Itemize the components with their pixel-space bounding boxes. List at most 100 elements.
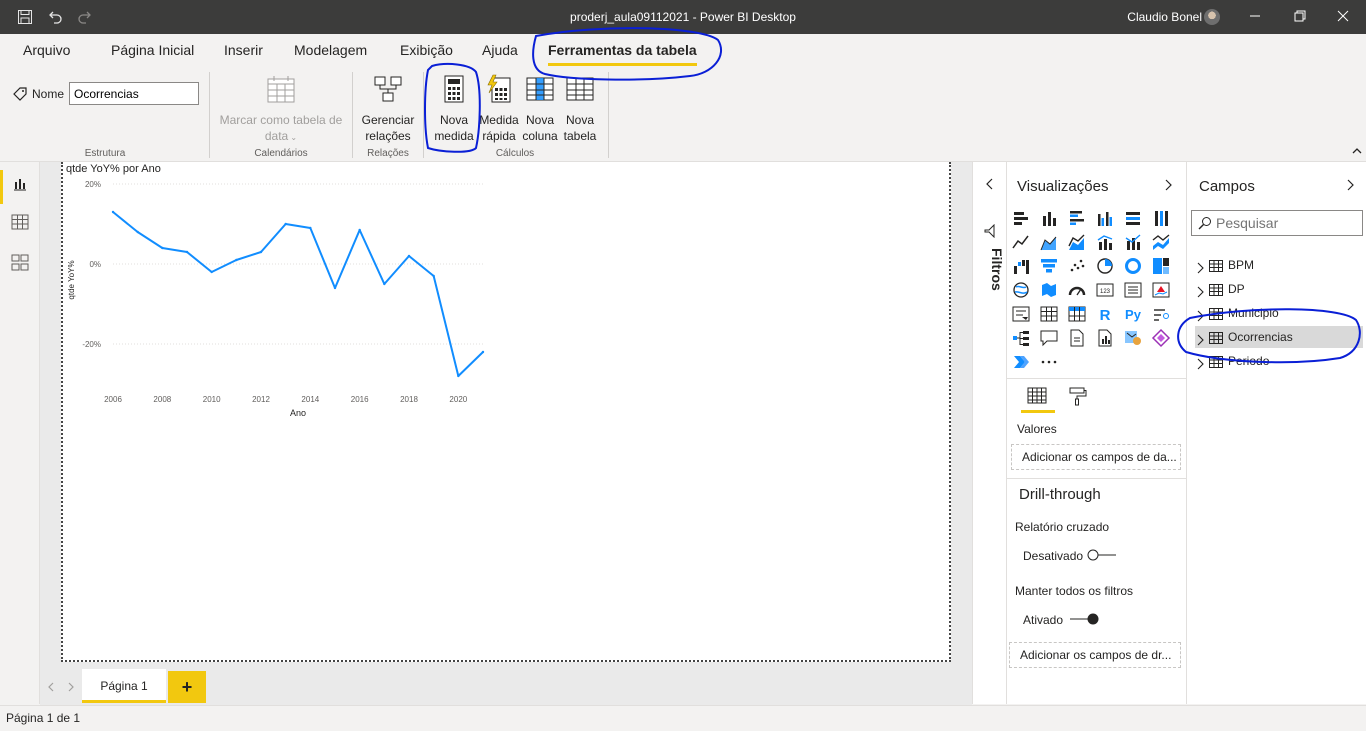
- chevron-right-icon[interactable]: [1197, 355, 1205, 377]
- search-input[interactable]: [1216, 214, 1356, 232]
- matrix-icon[interactable]: [1067, 304, 1093, 328]
- status-bar: Página 1 de 1: [0, 705, 1366, 731]
- report-view-icon[interactable]: [10, 174, 30, 194]
- scroll-right-icon[interactable]: [68, 681, 74, 695]
- pie-chart-icon[interactable]: [1095, 256, 1121, 280]
- fields-well-icon[interactable]: [1027, 386, 1047, 409]
- treemap-icon[interactable]: [1151, 256, 1177, 280]
- stacked-area-chart-icon[interactable]: [1067, 232, 1093, 256]
- clustered-bar-chart-icon[interactable]: [1067, 208, 1093, 232]
- smart-narrative-icon[interactable]: [1067, 328, 1093, 352]
- paginated-report-icon[interactable]: [1095, 328, 1121, 352]
- keep-filters-toggle[interactable]: [1069, 613, 1099, 625]
- key-influencers-icon[interactable]: [1151, 304, 1177, 328]
- report-page[interactable]: qtde YoY% por Ano 20% 0% -20% 2006 2008 2010 2…: [61, 162, 951, 662]
- new-table-button[interactable]: Nova tabela: [561, 74, 599, 144]
- report-canvas: qtde YoY% por Ano 20% 0% -20% 2006 2008 2010 2…: [40, 162, 972, 669]
- mark-as-date-table-button[interactable]: Marcar como tabela de data ⌄: [216, 74, 346, 146]
- tab-ajuda[interactable]: Ajuda: [482, 42, 518, 58]
- user-name[interactable]: Claudio Bonel: [1127, 10, 1202, 24]
- chevron-left-icon[interactable]: [985, 178, 993, 193]
- table-icon[interactable]: [1039, 304, 1065, 328]
- page-count: Página 1 de 1: [6, 711, 81, 725]
- model-view-icon[interactable]: [10, 252, 30, 272]
- line-stacked-column-icon[interactable]: [1123, 232, 1149, 256]
- 100-stacked-bar-icon[interactable]: [1123, 208, 1149, 232]
- field-table-municipio[interactable]: Municipio: [1195, 302, 1363, 324]
- filled-map-icon[interactable]: [1039, 280, 1065, 304]
- active-well-indicator: [1021, 410, 1055, 413]
- filters-pane-collapsed[interactable]: Filtros: [972, 162, 1006, 704]
- decomposition-tree-icon[interactable]: [1011, 328, 1037, 352]
- restore-icon[interactable]: [1290, 8, 1310, 26]
- fields-pane: Campos BPM DP Municipio Ocorrencias Periodo: [1186, 162, 1366, 704]
- more-visuals-icon[interactable]: [1039, 352, 1065, 376]
- tab-pagina-1[interactable]: Página 1: [82, 669, 166, 703]
- donut-chart-icon[interactable]: [1123, 256, 1149, 280]
- mark-as-date-table-label-1: Marcar como tabela de: [219, 113, 343, 127]
- tab-inserir[interactable]: Inserir: [224, 42, 263, 58]
- tab-exibicao[interactable]: Exibição: [400, 42, 453, 58]
- arcgis-map-icon[interactable]: [1123, 328, 1149, 352]
- map-icon[interactable]: [1011, 280, 1037, 304]
- table-icon: [1209, 282, 1223, 304]
- view-switcher: [0, 162, 40, 704]
- chevron-right-icon[interactable]: [1347, 179, 1355, 194]
- add-page-button[interactable]: +: [168, 671, 206, 703]
- field-table-label: BPM: [1228, 258, 1255, 272]
- data-view-icon[interactable]: [10, 212, 30, 232]
- field-table-dp[interactable]: DP: [1195, 278, 1363, 300]
- tab-ferramentas-da-tabela[interactable]: Ferramentas da tabela: [548, 42, 697, 66]
- python-visual-icon[interactable]: Py: [1123, 304, 1149, 328]
- power-automate-icon[interactable]: [1011, 352, 1037, 376]
- power-apps-icon[interactable]: [1151, 328, 1177, 352]
- tab-pagina-inicial[interactable]: Página Inicial: [111, 42, 194, 58]
- stacked-column-chart-icon[interactable]: [1039, 208, 1065, 232]
- area-chart-icon[interactable]: [1039, 232, 1065, 256]
- kpi-icon[interactable]: [1151, 280, 1177, 304]
- new-measure-button[interactable]: Nova medida: [432, 74, 476, 144]
- new-column-button[interactable]: Nova coluna: [520, 74, 560, 144]
- field-table-bpm[interactable]: BPM: [1195, 254, 1363, 276]
- cross-report-toggle[interactable]: [1087, 549, 1117, 561]
- slicer-icon[interactable]: [1011, 304, 1037, 328]
- field-table-ocorrencias[interactable]: Ocorrencias: [1195, 326, 1363, 348]
- gauge-icon[interactable]: [1067, 280, 1093, 304]
- table-name-input[interactable]: [69, 82, 199, 105]
- field-table-label: Municipio: [1228, 306, 1279, 320]
- minimize-icon[interactable]: [1245, 8, 1265, 26]
- clustered-column-chart-icon[interactable]: [1095, 208, 1121, 232]
- scroll-left-icon[interactable]: [48, 681, 54, 695]
- quick-measure-button[interactable]: Medida rápida: [478, 74, 520, 144]
- y-axis-label: qtde YoY%: [67, 260, 76, 299]
- ribbon-chart-icon[interactable]: [1151, 232, 1177, 256]
- close-icon[interactable]: [1333, 8, 1353, 26]
- line-chart[interactable]: 20% 0% -20% 2006 2008 2010 2012 2014 2016 2018 202…: [63, 176, 503, 416]
- field-table-periodo[interactable]: Periodo: [1195, 350, 1363, 372]
- funnel-chart-icon[interactable]: [1039, 256, 1065, 280]
- collapse-ribbon-icon[interactable]: [1352, 144, 1362, 158]
- manage-relationships-button[interactable]: Gerenciar relações: [358, 74, 418, 144]
- line-clustered-column-icon[interactable]: [1095, 232, 1121, 256]
- tab-arquivo[interactable]: Arquivo: [23, 42, 70, 58]
- chevron-right-icon[interactable]: [1165, 179, 1173, 194]
- scatter-chart-icon[interactable]: [1067, 256, 1093, 280]
- multi-row-card-icon[interactable]: [1123, 280, 1149, 304]
- filters-label: Filtros: [989, 248, 1005, 291]
- line-chart-icon[interactable]: [1011, 232, 1037, 256]
- r-script-visual-icon[interactable]: R: [1095, 304, 1121, 328]
- avatar[interactable]: [1204, 9, 1220, 25]
- stacked-bar-chart-icon[interactable]: [1011, 208, 1037, 232]
- name-label: Nome: [32, 87, 65, 101]
- card-icon[interactable]: 123: [1095, 280, 1121, 304]
- qna-icon[interactable]: [1039, 328, 1065, 352]
- 100-stacked-column-icon[interactable]: [1151, 208, 1177, 232]
- values-drop-zone[interactable]: Adicionar os campos de da...: [1011, 444, 1181, 470]
- format-paint-roller-icon[interactable]: [1067, 386, 1087, 409]
- data-point: [235, 258, 238, 262]
- data-point: [333, 286, 337, 290]
- search-box[interactable]: [1191, 210, 1363, 236]
- tab-modelagem[interactable]: Modelagem: [294, 42, 367, 58]
- drillthrough-drop-zone[interactable]: Adicionar os campos de dr...: [1009, 642, 1181, 668]
- waterfall-chart-icon[interactable]: [1011, 256, 1037, 280]
